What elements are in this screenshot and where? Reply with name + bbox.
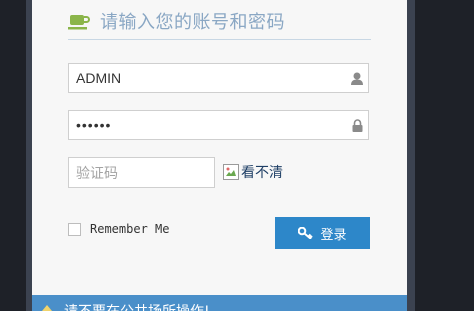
remember-me[interactable]: Remember Me bbox=[68, 222, 169, 236]
key-icon bbox=[298, 227, 314, 239]
remember-me-checkbox[interactable] bbox=[68, 222, 81, 236]
warning-arrow-icon bbox=[42, 305, 52, 311]
captcha-image[interactable]: 看不清 bbox=[223, 163, 283, 181]
login-header: 请输入您的账号和密码 bbox=[68, 8, 368, 34]
password-field bbox=[68, 110, 369, 140]
remember-me-label: Remember Me bbox=[90, 222, 170, 236]
login-button-label: 登录 bbox=[320, 227, 347, 243]
lock-icon bbox=[346, 118, 368, 132]
username-input[interactable] bbox=[69, 64, 346, 92]
captcha-refresh-link[interactable]: 看不清 bbox=[241, 162, 283, 182]
login-button[interactable]: 登录 bbox=[275, 217, 370, 249]
captcha-input[interactable] bbox=[69, 158, 214, 187]
footer-notice: 请不要在公共场所操作! bbox=[64, 301, 210, 311]
login-panel: 请输入您的账号和密码 看不清 Reme bbox=[32, 0, 407, 311]
captcha-field bbox=[68, 157, 215, 188]
password-input[interactable] bbox=[69, 111, 346, 139]
login-title: 请输入您的账号和密码 bbox=[100, 12, 285, 33]
coffee-cup-icon bbox=[68, 15, 90, 30]
username-field bbox=[68, 63, 369, 93]
broken-image-icon bbox=[223, 164, 239, 180]
header-divider bbox=[68, 39, 371, 40]
footer-notice-bar: 请不要在公共场所操作! bbox=[32, 295, 407, 311]
user-icon bbox=[346, 72, 368, 85]
